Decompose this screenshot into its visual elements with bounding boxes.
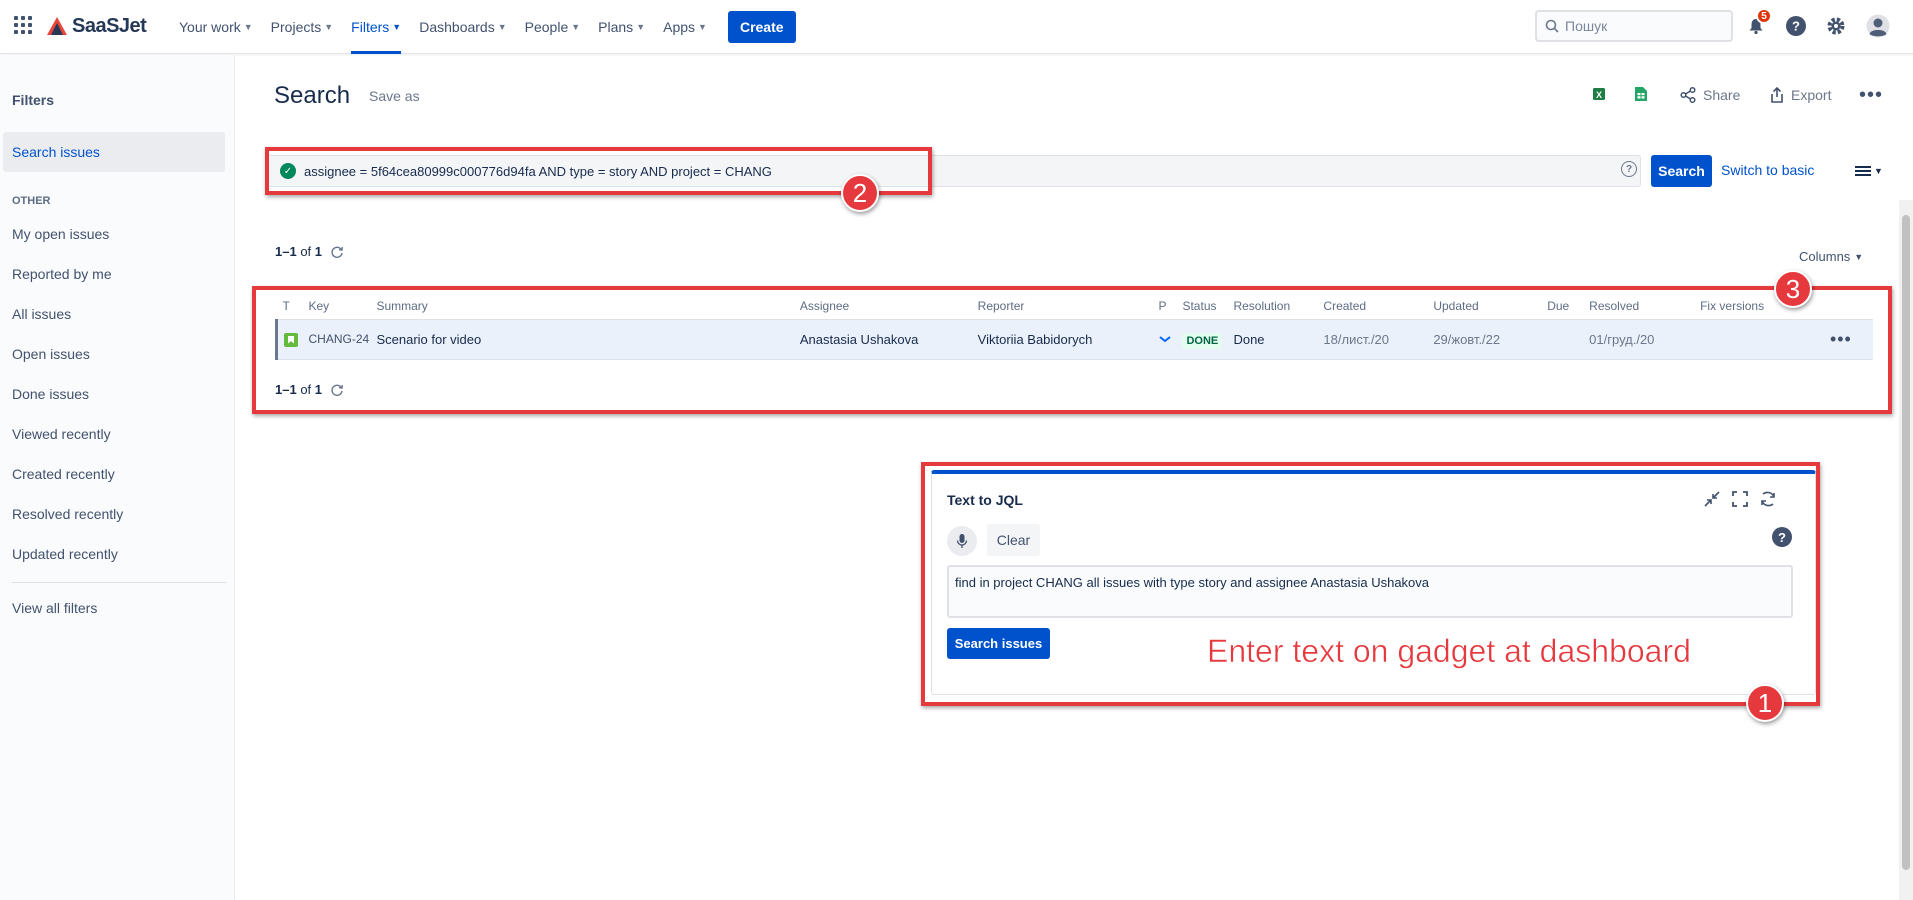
sidebar-item-my-open-issues[interactable]: My open issues <box>3 214 225 254</box>
share-label: Share <box>1703 87 1741 103</box>
global-search-input[interactable]: Пошук <box>1535 10 1733 42</box>
nav-dashboards[interactable]: Dashboards ▼ <box>410 0 515 54</box>
sidebar-item-created-recently[interactable]: Created recently <box>3 454 225 494</box>
search-icon <box>1545 19 1559 33</box>
nav-plans-label: Plans <box>598 19 634 35</box>
help-button[interactable]: ? <box>1784 14 1808 38</box>
logo-mark-icon <box>47 17 67 35</box>
excel-export-button[interactable]: X <box>1591 86 1607 102</box>
excel-icon: X <box>1593 88 1605 100</box>
sidebar-divider <box>12 582 226 583</box>
chevron-down-icon: ▼ <box>1854 251 1864 262</box>
notifications-button[interactable]: 5 <box>1744 8 1772 38</box>
share-icon <box>1680 86 1696 104</box>
chevron-down-icon: ▼ <box>243 22 253 32</box>
avatar-icon <box>1866 14 1890 38</box>
count-of: of <box>300 244 312 259</box>
count-range: 1–1 <box>275 244 297 259</box>
sidebar-item-search-issues[interactable]: Search issues <box>3 132 225 172</box>
app-switcher-icon[interactable] <box>14 16 32 34</box>
sheets-export-button[interactable] <box>1634 86 1648 102</box>
sidebar-item-all-issues[interactable]: All issues <box>3 294 225 334</box>
nav-filters[interactable]: Filters ▼ <box>342 0 410 54</box>
sidebar-item-viewed-recently[interactable]: Viewed recently <box>3 414 225 454</box>
annotation-caption: Enter text on gadget at dashboard <box>1207 633 1691 670</box>
nav-filters-label: Filters <box>351 19 390 35</box>
sidebar-item-resolved-recently[interactable]: Resolved recently <box>3 494 225 534</box>
annotation-number-2: 2 <box>841 174 879 212</box>
create-button[interactable]: Create <box>727 11 796 43</box>
more-actions-icon[interactable]: ••• <box>1859 84 1883 107</box>
page-scrollbar[interactable] <box>1899 200 1913 900</box>
refresh-icon[interactable] <box>330 245 344 259</box>
nav-projects[interactable]: Projects ▼ <box>262 0 343 54</box>
chevron-down-icon: ▼ <box>698 22 707 32</box>
settings-button[interactable] <box>1824 14 1848 38</box>
nav-your-work-label: Your work <box>179 19 241 35</box>
list-view-icon <box>1855 166 1871 176</box>
sidebar-item-done-issues[interactable]: Done issues <box>3 374 225 414</box>
scrollbar-thumb[interactable] <box>1902 215 1910 870</box>
nav-dashboards-label: Dashboards <box>419 19 495 35</box>
chevron-down-icon: ▼ <box>571 22 581 32</box>
saasjet-logo[interactable]: SaaSJet <box>46 13 147 39</box>
export-button[interactable]: Export <box>1769 86 1831 104</box>
nav-menu: Your work ▼ Projects ▼ Filters ▼ Dashboards… <box>170 0 796 54</box>
sidebar-item-open-issues[interactable]: Open issues <box>3 334 225 374</box>
top-navigation: SaaSJet Your work ▼ Projects ▼ Filters ▼ Da… <box>0 0 1913 54</box>
svg-text:X: X <box>1596 90 1602 100</box>
nav-apps[interactable]: Apps ▼ <box>654 0 716 54</box>
columns-label: Columns <box>1799 249 1851 264</box>
annotation-box-jql <box>265 147 932 195</box>
nav-plans[interactable]: Plans ▼ <box>589 0 654 54</box>
search-button[interactable]: Search <box>1651 155 1712 187</box>
export-label: Export <box>1791 87 1832 103</box>
search-placeholder: Пошук <box>1565 18 1608 34</box>
notification-badge: 5 <box>1756 8 1772 24</box>
jql-help-icon[interactable]: ? <box>1621 161 1637 177</box>
columns-button[interactable]: Columns ▼ <box>1799 249 1863 264</box>
sidebar-item-reported-by-me[interactable]: Reported by me <box>3 254 225 294</box>
annotation-box-results <box>252 286 1892 414</box>
nav-your-work[interactable]: Your work ▼ <box>170 0 262 54</box>
chevron-down-icon: ▼ <box>1874 166 1883 176</box>
sidebar-section-other: OTHER <box>12 195 51 207</box>
google-sheets-icon <box>1635 87 1647 101</box>
profile-avatar[interactable] <box>1866 14 1890 38</box>
logo-text: SaaSJet <box>72 14 147 37</box>
switch-to-basic-link[interactable]: Switch to basic <box>1721 162 1814 178</box>
nav-people[interactable]: People ▼ <box>516 0 590 54</box>
annotation-number-3: 3 <box>1774 270 1812 308</box>
save-as-button[interactable]: Save as <box>369 88 420 104</box>
gear-icon <box>1827 17 1845 35</box>
help-icon: ? <box>1786 16 1806 36</box>
nav-apps-label: Apps <box>663 19 696 35</box>
results-count-top: 1–1 of 1 <box>275 244 344 259</box>
sidebar-item-view-all-filters[interactable]: View all filters <box>3 588 225 628</box>
sidebar-heading: Filters <box>12 92 55 108</box>
chevron-down-icon: ▼ <box>324 22 334 32</box>
share-button[interactable]: Share <box>1679 86 1740 104</box>
view-options-button[interactable]: ▼ <box>1855 164 1883 178</box>
nav-people-label: People <box>524 19 569 35</box>
svg-text:?: ? <box>1792 19 1800 34</box>
export-icon <box>1771 86 1783 103</box>
count-total: 1 <box>314 244 323 259</box>
page-title: Search <box>274 82 351 109</box>
nav-projects-label: Projects <box>270 19 322 35</box>
annotation-number-1: 1 <box>1746 684 1784 722</box>
chevron-down-icon: ▼ <box>636 22 646 32</box>
chevron-down-icon: ▼ <box>392 22 402 32</box>
sidebar-item-updated-recently[interactable]: Updated recently <box>3 534 225 574</box>
chevron-down-icon: ▼ <box>497 22 507 32</box>
